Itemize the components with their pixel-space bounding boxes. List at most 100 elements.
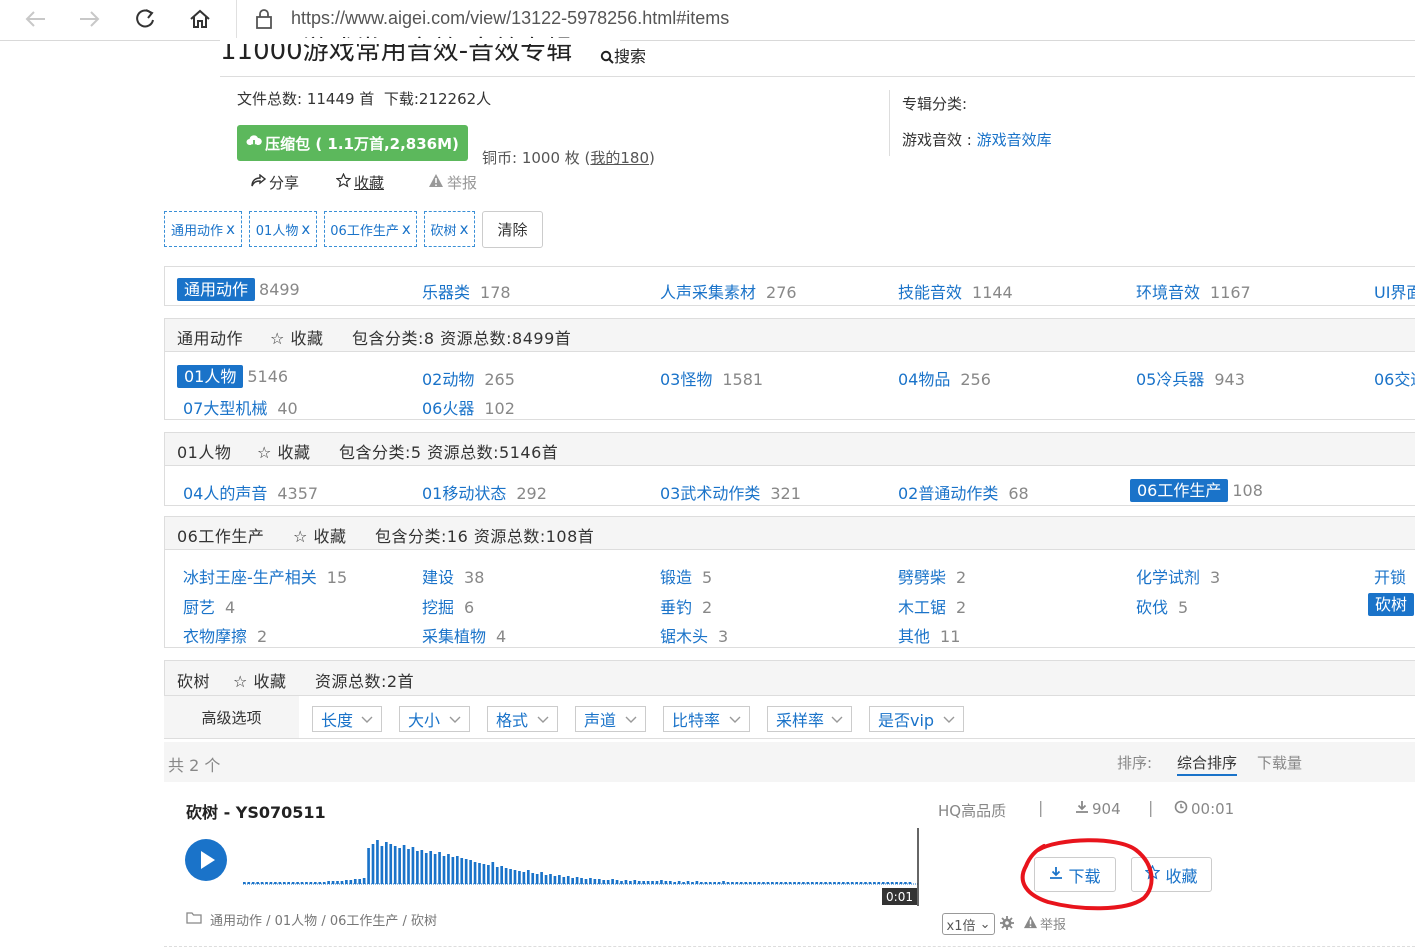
star-icon [1145,864,1161,884]
back-icon[interactable] [19,4,51,34]
subcategory-item[interactable]: 劈劈柴 2 [898,564,966,588]
subcategory-item[interactable]: 05冷兵器 943 [1136,366,1245,390]
subcategory-item[interactable]: 03怪物 1581 [660,366,763,390]
subcategory-item[interactable]: 01人物 5146 [177,363,288,388]
download-button[interactable]: 下载 [1034,857,1116,892]
waveform-bar [660,880,663,884]
category-item[interactable]: UI界面 [1374,279,1415,303]
subcategory-item[interactable]: 07大型机械 40 [183,395,298,419]
remove-filter-icon[interactable]: x [301,220,310,238]
waveform-bar [384,842,388,884]
clear-filters-button[interactable]: 清除 [482,211,543,248]
bitrate-dropdown[interactable]: 比特率 [663,706,750,732]
subcategory-item[interactable]: 垂钓 2 [660,594,712,618]
favorite-category-button[interactable]: ☆ 收藏 [293,523,346,547]
favorite-category-button[interactable]: ☆ 收藏 [233,668,286,692]
subcategory-item[interactable]: 厨艺 4 [183,594,235,618]
subcategory-item[interactable]: 衣物摩擦 2 [183,623,267,647]
subcategory-item[interactable]: 锯木头 3 [660,623,728,647]
subcategory-item[interactable]: 02普通动作类 68 [898,480,1029,504]
refresh-icon[interactable] [129,4,161,34]
waveform-bar [793,882,796,884]
waveform-bar [686,881,690,884]
cloud-download-icon [246,134,262,152]
sort-downloads-tab[interactable]: 下载量 [1257,752,1302,773]
subcategory-item[interactable]: 挖掘 6 [422,594,474,618]
format-dropdown[interactable]: 格式 [487,706,558,732]
waveform-bar [438,852,441,884]
length-dropdown[interactable]: 长度 [312,706,382,732]
subcategory-item[interactable]: 砍伐 5 [1136,594,1188,618]
subcategory-item[interactable]: 04人的声音 4357 [183,480,318,504]
waveform-bar [810,882,814,884]
filter-chip-chop[interactable]: 砍树 x [424,211,475,247]
favorite-album-button[interactable]: 收藏 [335,172,384,193]
favorite-button[interactable]: 收藏 [1131,857,1212,892]
waveform-bar [504,868,508,884]
waveform-bar [455,856,459,884]
category-item[interactable]: 乐器类 178 [422,279,511,303]
home-icon[interactable] [184,4,216,34]
subcategory-item[interactable]: 建设 38 [422,564,484,588]
report-sound-button[interactable]: 举报 [1023,914,1066,933]
waveform-bar [753,882,756,884]
waveform-bars [243,840,912,884]
subcategory-item[interactable]: 04物品 256 [898,366,991,390]
sound-title[interactable]: 砍树 - YS070511 [186,799,326,823]
subcategory-item[interactable]: 06工作生产 108 [1130,477,1263,502]
waveform-bar [544,875,548,884]
subcategory-item[interactable]: 06交通 [1374,366,1415,390]
category-item[interactable]: 通用动作 8499 [177,276,300,301]
subcategory-item[interactable]: 采集植物 4 [422,623,506,647]
subcategory-item[interactable]: 锻造 5 [660,564,712,588]
favorite-category-button[interactable]: ☆ 收藏 [270,325,323,349]
play-button[interactable] [185,839,227,881]
subcategory-item[interactable]: 开锁 [1374,564,1406,588]
subcategory-item[interactable]: 03武术动作类 321 [660,480,801,504]
category-item[interactable]: 技能音效 1144 [898,279,1013,303]
category-link[interactable]: 游戏音效库 [977,131,1052,149]
subcategory-item[interactable]: 其他 11 [898,623,960,647]
remove-filter-icon[interactable]: x [226,220,235,238]
subcategory-item[interactable]: 01移动状态 292 [422,480,547,504]
address-bar[interactable]: https://www.aigei.com/view/13122-5978256… [236,0,1415,38]
share-button[interactable]: 分享 [250,172,299,193]
filter-chip-person[interactable]: 01人物 x [249,211,317,247]
zip-download-button[interactable]: 压缩包 ( 1.1万首,2,836M) [237,125,468,161]
subcategory-item[interactable]: 砍树 [1368,591,1415,616]
category-item[interactable]: 人声采集素材 276 [660,279,797,303]
sort-comprehensive-tab[interactable]: 综合排序 [1177,752,1238,776]
waveform-bar [726,882,730,884]
album-category: 游戏音效 : 游戏音效库 [902,131,1052,149]
remove-filter-icon[interactable]: x [460,220,469,238]
speed-select[interactable]: x1倍 ⌄ [942,913,995,935]
waveform-bar [877,882,881,884]
filter-chip-work[interactable]: 06工作生产 x [324,211,417,247]
sample-rate-dropdown[interactable]: 采样率 [767,706,852,732]
waveform-bar [433,854,437,884]
remove-filter-icon[interactable]: x [402,220,411,238]
vip-dropdown[interactable]: 是否vip [869,706,964,732]
subcategory-item[interactable]: 冰封王座-生产相关 15 [183,564,347,588]
waveform-bar [313,882,317,884]
subcategory-item[interactable]: 木工锯 2 [898,594,966,618]
sound-duration: 00:01 [1174,800,1234,818]
subcategory-item[interactable]: 化学试剂 3 [1136,564,1220,588]
subcategory-item[interactable]: 02动物 265 [422,366,515,390]
gear-icon[interactable] [1000,916,1014,934]
favorite-category-button[interactable]: ☆ 收藏 [257,439,310,463]
my-coins-link[interactable]: 我的180 [590,149,649,167]
forward-icon[interactable] [74,4,106,34]
category-item[interactable]: 环境音效 1167 [1136,279,1251,303]
report-album-button[interactable]: 举报 [428,172,477,193]
subcategory-item[interactable]: 06火器 102 [422,395,515,419]
size-dropdown[interactable]: 大小 [399,706,470,732]
waveform-bar [367,848,370,884]
filter-chip-general[interactable]: 通用动作 x [164,211,242,247]
waveform-bar [393,846,397,884]
waveform[interactable] [243,828,919,906]
channel-dropdown[interactable]: 声道 [575,706,646,732]
sort-label: 排序: [1117,754,1153,772]
search-link[interactable]: 搜索 [600,43,646,68]
waveform-bar [305,882,308,884]
